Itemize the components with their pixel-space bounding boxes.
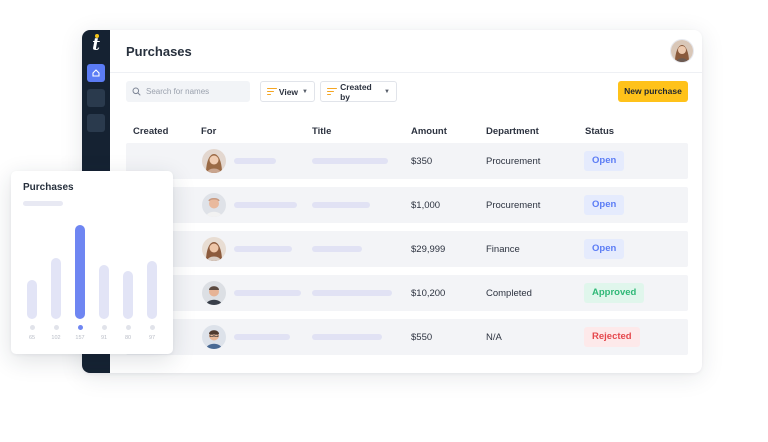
avatar [202, 193, 226, 217]
table-row[interactable]: $350 Procurement Open [126, 143, 688, 179]
chart-dot [29, 325, 35, 330]
chevron-down-icon: ▼ [302, 88, 308, 95]
chart-dot [101, 325, 107, 330]
chart-tick-label: 157 [75, 335, 85, 341]
table-row[interactable]: $550 N/A Rejected [126, 319, 688, 355]
new-purchase-button[interactable]: New purchase [618, 81, 688, 102]
chart-bar[interactable] [51, 258, 61, 319]
chart-tick-label: 102 [51, 335, 61, 341]
created-by-filter-label: Created by [340, 81, 372, 102]
avatar [202, 325, 226, 349]
title-placeholder [312, 202, 370, 208]
department-cell: Finance [486, 244, 520, 255]
status-badge: Open [584, 239, 625, 259]
column-header-department[interactable]: Department [486, 126, 539, 137]
column-header-title[interactable]: Title [312, 126, 331, 137]
status-badge: Rejected [584, 327, 640, 347]
page-title: Purchases [126, 44, 192, 59]
search-box[interactable] [126, 81, 250, 102]
name-placeholder [234, 290, 301, 296]
chart-tick-label: 80 [124, 335, 132, 341]
chart-bar[interactable] [123, 271, 133, 319]
title-placeholder [312, 246, 362, 252]
home-icon [92, 69, 100, 77]
logo-dot [95, 34, 99, 38]
avatar [202, 281, 226, 305]
filter-lines-icon [327, 87, 337, 96]
column-header-amount[interactable]: Amount [411, 126, 447, 137]
department-cell: Procurement [486, 156, 541, 167]
column-header-for[interactable]: For [201, 126, 216, 137]
table-row[interactable]: $29,999 Finance Open [126, 231, 688, 267]
chart-dot [125, 325, 131, 330]
chart-dot [149, 325, 155, 330]
status-badge: Approved [584, 283, 645, 303]
chart-tick-label: 97 [148, 335, 156, 341]
view-filter-button[interactable]: View ▼ [260, 81, 315, 102]
chart-bar[interactable] [75, 225, 85, 319]
status-badge: Open [584, 195, 625, 215]
chart-bar[interactable] [147, 261, 157, 319]
chart-bar[interactable] [27, 280, 37, 319]
name-placeholder [234, 334, 290, 340]
avatar [202, 149, 226, 173]
department-cell: Procurement [486, 200, 541, 211]
purchases-chart-card: Purchases 65 102 157 91 80 97 [11, 171, 173, 354]
name-placeholder [234, 246, 292, 252]
amount-cell: $350 [411, 156, 433, 167]
department-cell: Completed [486, 288, 532, 299]
sidebar-home-button[interactable] [87, 64, 105, 82]
chart-dot [53, 325, 59, 330]
chart-tick-label: 65 [28, 335, 36, 341]
user-avatar[interactable] [671, 40, 693, 62]
card-title: Purchases [23, 182, 74, 193]
column-header-created[interactable]: Created [133, 126, 168, 137]
card-subtitle-placeholder [23, 201, 63, 206]
department-cell: N/A [486, 332, 502, 343]
amount-cell: $550 [411, 332, 433, 343]
name-placeholder [234, 202, 297, 208]
title-placeholder [312, 334, 382, 340]
sidebar-nav-button[interactable] [87, 114, 105, 132]
chart-tick-label: 91 [100, 335, 108, 341]
column-header-status[interactable]: Status [585, 126, 614, 137]
app-logo: t [92, 35, 100, 55]
amount-cell: $1,000 [411, 200, 441, 211]
chevron-down-icon: ▼ [384, 88, 390, 95]
amount-cell: $10,200 [411, 288, 446, 299]
sidebar-nav-button[interactable] [87, 89, 105, 107]
search-icon [132, 87, 141, 96]
view-filter-label: View [278, 86, 299, 97]
table-row[interactable]: $1,000 Procurement Open [126, 187, 688, 223]
app-window: t Purchases View ▼ Created by ▼ New purc… [82, 30, 702, 373]
table-row[interactable]: $10,200 Completed Approved [126, 275, 688, 311]
header-divider [110, 72, 702, 73]
chart-bar[interactable] [99, 265, 109, 319]
title-placeholder [312, 158, 388, 164]
filter-lines-icon [267, 87, 277, 96]
search-input[interactable] [146, 81, 246, 102]
name-placeholder [234, 158, 276, 164]
amount-cell: $29,999 [411, 244, 446, 255]
status-badge: Open [584, 151, 625, 171]
chart-dot [77, 325, 83, 330]
avatar [202, 237, 226, 261]
created-by-filter-button[interactable]: Created by ▼ [320, 81, 397, 102]
title-placeholder [312, 290, 392, 296]
